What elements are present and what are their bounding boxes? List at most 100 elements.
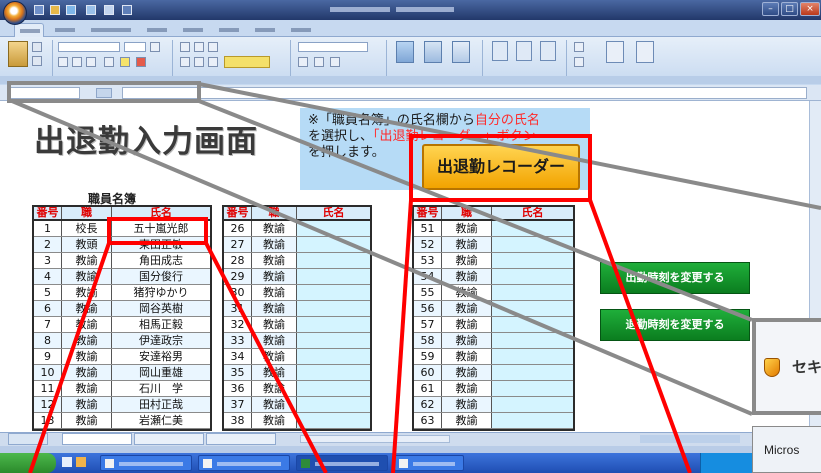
cell-number[interactable]: 37 (224, 397, 252, 412)
cell-name[interactable] (492, 413, 573, 428)
wrap-text-icon[interactable] (208, 42, 218, 52)
cell-number[interactable]: 28 (224, 253, 252, 268)
cell-name[interactable] (492, 269, 573, 284)
sheet-tab[interactable] (134, 433, 204, 445)
cell-number[interactable]: 10 (34, 365, 62, 380)
conditional-format-icon[interactable] (396, 41, 414, 63)
border-icon[interactable] (104, 57, 114, 67)
cell-position[interactable]: 教諭 (252, 253, 297, 268)
cell-position[interactable]: 教諭 (442, 221, 492, 236)
sheet-tab[interactable] (62, 433, 132, 445)
cell-number[interactable]: 58 (414, 333, 442, 348)
cell-position[interactable]: 教諭 (252, 317, 297, 332)
cell-number[interactable]: 51 (414, 221, 442, 236)
ribbon-tab[interactable] (286, 23, 316, 37)
currency-icon[interactable] (298, 57, 308, 67)
cell-name[interactable] (297, 285, 370, 300)
cell-number[interactable]: 61 (414, 381, 442, 396)
cell-name[interactable] (297, 237, 370, 252)
cell-position[interactable]: 教諭 (442, 301, 492, 316)
cell-name[interactable] (492, 317, 573, 332)
bold-icon[interactable] (58, 57, 68, 67)
cell-name[interactable] (297, 349, 370, 364)
cell-position[interactable]: 教諭 (62, 397, 112, 412)
cell-name[interactable]: 伊達政宗 (112, 333, 210, 348)
cell-name[interactable] (297, 381, 370, 396)
cell-styles-icon[interactable] (452, 41, 470, 63)
cell-number[interactable]: 8 (34, 333, 62, 348)
format-as-table-icon[interactable] (424, 41, 442, 63)
cell-number[interactable]: 53 (414, 253, 442, 268)
sheet-tab[interactable] (206, 433, 276, 445)
quick-access-icon[interactable] (86, 5, 96, 15)
cell-name[interactable]: 猪狩ゆかり (112, 285, 210, 300)
cell-number[interactable]: 30 (224, 285, 252, 300)
number-format-box[interactable] (298, 42, 368, 52)
align-left-icon[interactable] (180, 57, 190, 67)
font-size-box[interactable] (124, 42, 146, 52)
cell-position[interactable]: 教諭 (442, 253, 492, 268)
taskbar-item[interactable] (100, 455, 192, 471)
cell-position[interactable]: 教諭 (252, 301, 297, 316)
ribbon-tab[interactable] (178, 23, 208, 37)
format-cells-icon[interactable] (540, 41, 556, 61)
merge-center-icon[interactable] (224, 56, 270, 68)
start-button[interactable] (0, 453, 56, 473)
cell-name[interactable]: 相馬正毅 (112, 317, 210, 332)
save-icon[interactable] (34, 5, 44, 15)
cell-position[interactable]: 教諭 (62, 333, 112, 348)
cell-name[interactable]: 石川 学 (112, 381, 210, 396)
cell-name[interactable] (297, 269, 370, 284)
office-button-icon[interactable] (3, 1, 27, 25)
cell-position[interactable]: 教諭 (252, 381, 297, 396)
cell-number[interactable]: 4 (34, 269, 62, 284)
sort-filter-icon[interactable] (606, 41, 624, 63)
cell-name[interactable] (297, 413, 370, 428)
cell-name[interactable] (297, 253, 370, 268)
cell-number[interactable]: 2 (34, 237, 62, 252)
change-clock-in-button[interactable]: 出勤時刻を変更する (600, 262, 750, 294)
cell-position[interactable]: 教諭 (252, 237, 297, 252)
cell-name[interactable]: 岡山重雄 (112, 365, 210, 380)
taskbar-item[interactable] (198, 455, 290, 471)
cell-name[interactable] (492, 301, 573, 316)
minimize-button[interactable]: – (762, 2, 779, 16)
cell-number[interactable]: 35 (224, 365, 252, 380)
cell-name[interactable]: 国分俊行 (112, 269, 210, 284)
cell-name[interactable]: 田村正哉 (112, 397, 210, 412)
cell-position[interactable]: 教諭 (62, 285, 112, 300)
maximize-button[interactable]: □ (781, 2, 798, 16)
taskbar-item-active[interactable] (296, 455, 388, 471)
cell-name[interactable] (492, 397, 573, 412)
cell-number[interactable]: 13 (34, 413, 62, 428)
cell-number[interactable]: 33 (224, 333, 252, 348)
security-dialog[interactable]: セキ (752, 318, 821, 415)
cell-name[interactable] (492, 381, 573, 396)
cell-position[interactable]: 教諭 (252, 285, 297, 300)
cell-number[interactable]: 9 (34, 349, 62, 364)
change-clock-out-button[interactable]: 退勤時刻を変更する (600, 309, 750, 341)
autosum-icon[interactable] (574, 42, 584, 52)
zoom-slider[interactable] (640, 435, 740, 443)
find-select-icon[interactable] (636, 41, 654, 63)
ribbon-tab[interactable] (214, 23, 244, 37)
cell-name[interactable]: 岡谷英樹 (112, 301, 210, 316)
cell-position[interactable]: 教諭 (442, 285, 492, 300)
italic-icon[interactable] (72, 57, 82, 67)
comma-icon[interactable] (330, 57, 340, 67)
redo-icon[interactable] (66, 5, 76, 15)
cell-number[interactable]: 54 (414, 269, 442, 284)
cell-name[interactable] (297, 221, 370, 236)
cell-number[interactable]: 63 (414, 413, 442, 428)
cell-position[interactable]: 教諭 (442, 317, 492, 332)
ribbon-tab[interactable] (250, 23, 280, 37)
quick-access-icon[interactable] (104, 5, 114, 15)
fill-color-icon[interactable] (120, 57, 130, 67)
cell-position[interactable]: 教諭 (252, 349, 297, 364)
cell-number[interactable]: 6 (34, 301, 62, 316)
cell-name[interactable] (297, 317, 370, 332)
cell-number[interactable]: 31 (224, 301, 252, 316)
cell-name[interactable] (492, 253, 573, 268)
close-button[interactable]: × (800, 2, 820, 16)
font-color-icon[interactable] (136, 57, 146, 67)
